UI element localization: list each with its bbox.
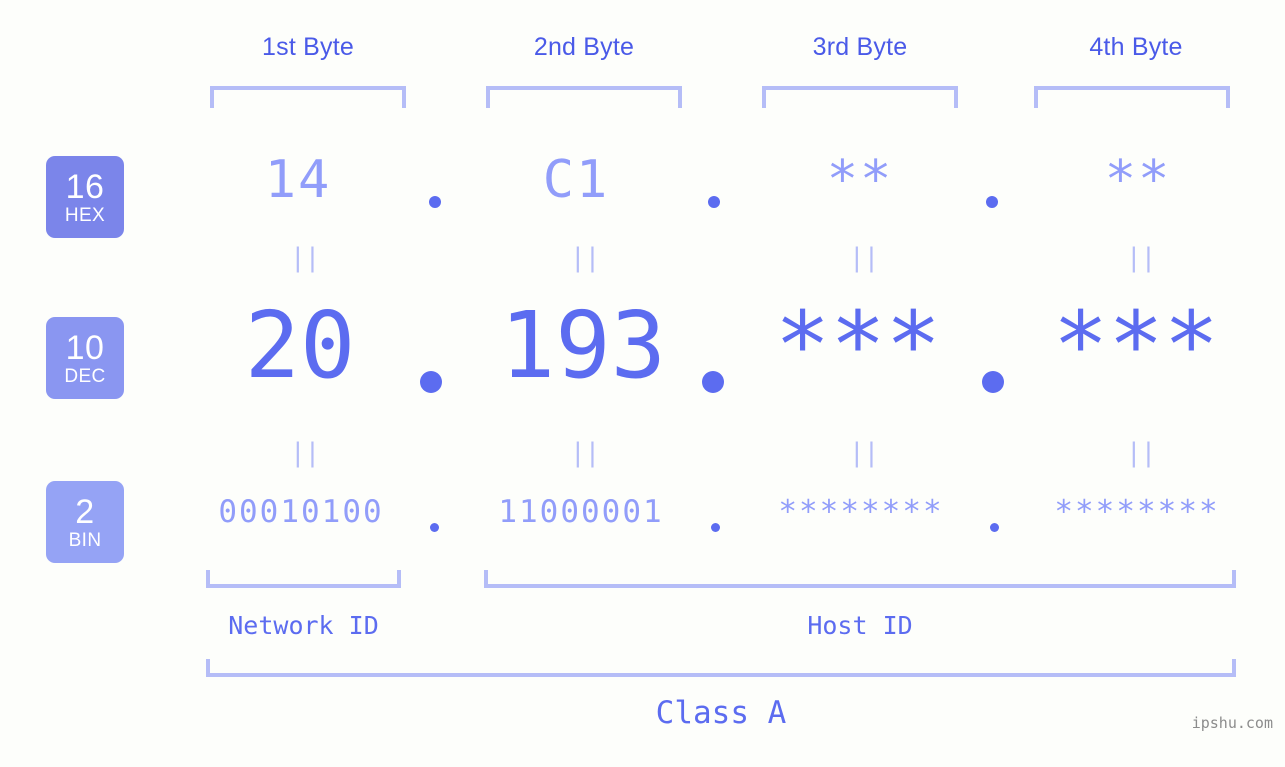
bin-dot-1 (430, 523, 439, 532)
dec-byte-1: 20 (244, 292, 356, 399)
equals-mark-dec-bin-1: || (290, 438, 320, 468)
hex-byte-3: ** (826, 150, 894, 210)
dec-byte-2: 193 (499, 292, 667, 399)
ip-byte-diagram: 1st Byte 2nd Byte 3rd Byte 4th Byte 16 H… (0, 0, 1285, 767)
base-badge-bin-name: BIN (68, 529, 102, 551)
host-id-label: Host ID (807, 611, 913, 640)
base-badge-hex-radix: 16 (65, 167, 105, 206)
dec-dot-1 (420, 371, 442, 393)
dec-dot-3 (982, 371, 1004, 393)
class-bracket (206, 659, 1236, 677)
host-id-bracket (484, 570, 1236, 588)
byte-bracket-1 (210, 86, 406, 108)
hex-dot-1 (429, 196, 441, 208)
bin-byte-1: 00010100 (218, 494, 384, 530)
base-badge-dec: 10 DEC (46, 317, 124, 399)
equals-mark-dec-bin-3: || (849, 438, 879, 468)
byte-header-1: 1st Byte (262, 33, 354, 61)
equals-mark-dec-bin-4: || (1126, 438, 1156, 468)
bin-dot-3 (990, 523, 999, 532)
equals-mark-hex-dec-2: || (570, 243, 600, 273)
network-id-label: Network ID (228, 611, 379, 640)
equals-mark-hex-dec-3: || (849, 243, 879, 273)
watermark: ipshu.com (1191, 714, 1273, 732)
base-badge-dec-radix: 10 (65, 328, 105, 367)
equals-mark-hex-dec-4: || (1126, 243, 1156, 273)
equals-mark-hex-dec-1: || (290, 243, 320, 273)
bin-byte-2: 11000001 (498, 494, 664, 530)
base-badge-bin-radix: 2 (75, 492, 95, 531)
base-badge-hex-name: HEX (64, 204, 106, 226)
dec-byte-4: *** (1052, 292, 1220, 399)
hex-byte-4: ** (1104, 150, 1172, 210)
byte-bracket-3 (762, 86, 958, 108)
hex-byte-2: C1 (542, 150, 610, 210)
base-badge-dec-name: DEC (64, 365, 106, 387)
class-label: Class A (655, 695, 787, 731)
hex-byte-1: 14 (264, 150, 332, 210)
base-badge-hex: 16 HEX (46, 156, 124, 238)
network-id-bracket (206, 570, 401, 588)
dec-dot-2 (702, 371, 724, 393)
hex-dot-2 (708, 196, 720, 208)
byte-bracket-4 (1034, 86, 1230, 108)
bin-byte-3: ******** (778, 494, 944, 530)
bin-byte-4: ******** (1054, 494, 1220, 530)
dec-byte-3: *** (774, 292, 942, 399)
bin-dot-2 (711, 523, 720, 532)
byte-header-3: 3rd Byte (812, 33, 908, 61)
byte-header-2: 2nd Byte (533, 33, 635, 61)
byte-header-4: 4th Byte (1089, 33, 1183, 61)
equals-mark-dec-bin-2: || (570, 438, 600, 468)
base-badge-bin: 2 BIN (46, 481, 124, 563)
hex-dot-3 (986, 196, 998, 208)
byte-bracket-2 (486, 86, 682, 108)
